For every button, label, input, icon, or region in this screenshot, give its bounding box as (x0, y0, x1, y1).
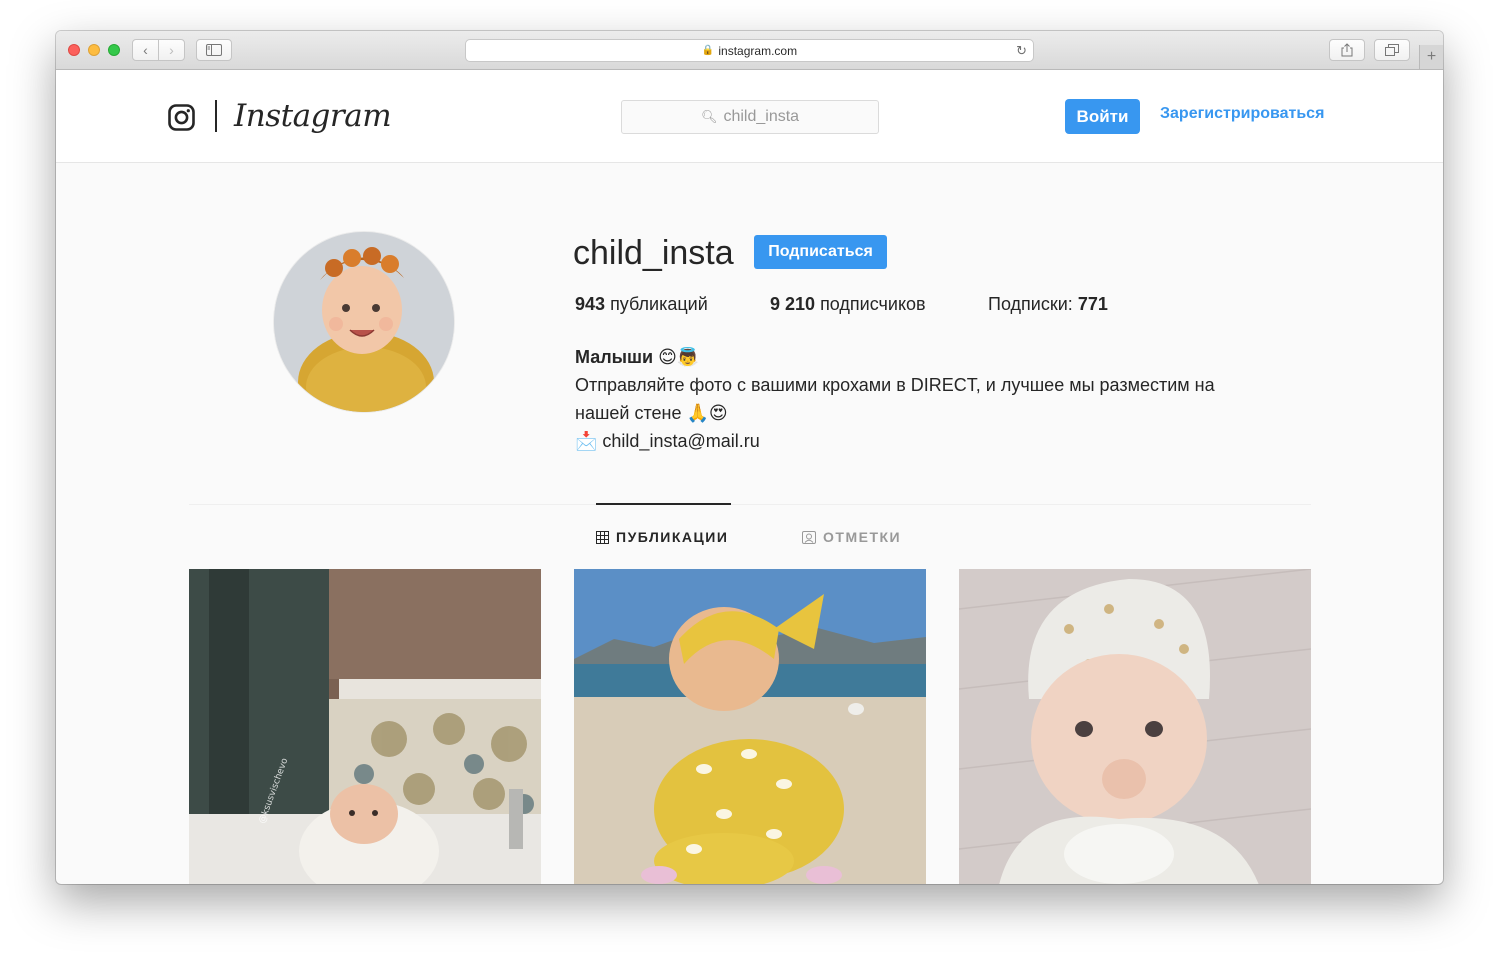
tagged-icon (802, 530, 816, 544)
sidebar-icon (206, 44, 222, 56)
share-icon (1341, 43, 1353, 57)
followers-count: 9 210 (770, 294, 816, 314)
following-count: 771 (1077, 294, 1108, 314)
signup-link[interactable]: Зарегистрироваться (1160, 105, 1324, 123)
share-button[interactable] (1329, 39, 1365, 61)
following-stat[interactable]: Подписки: 771 (988, 294, 1108, 315)
search-input[interactable]: 🔍︎ child_insta (621, 100, 879, 134)
post-image: @ksusvischevo (189, 569, 541, 884)
address-bar[interactable]: 🔒 instagram.com ↻ (465, 39, 1034, 62)
sidebar-toggle-button[interactable] (196, 39, 232, 61)
bio-line-2: нашей стене 🙏😍 (575, 403, 728, 423)
post-thumbnail[interactable] (959, 569, 1311, 884)
follow-button[interactable]: Подписаться (754, 235, 887, 269)
bio-line-1: Отправляйте фото с вашими крохами в DIRE… (575, 375, 1215, 395)
logo-divider (215, 100, 217, 132)
tab-tagged[interactable]: ОТМЕТКИ (802, 529, 901, 545)
avatar-image (274, 232, 454, 412)
following-label: Подписки: (988, 294, 1073, 314)
tab-posts-label: ПУБЛИКАЦИИ (616, 529, 729, 545)
instagram-camera-icon[interactable] (168, 104, 195, 131)
posts-count-stat: 943 публикаций (575, 294, 708, 315)
login-button[interactable]: Войти (1065, 99, 1140, 134)
tab-tagged-label: ОТМЕТКИ (823, 529, 902, 545)
forward-icon[interactable]: › (158, 40, 184, 60)
post-thumbnail[interactable] (574, 569, 926, 884)
post-image (574, 569, 926, 884)
tabs-overview-button[interactable] (1374, 39, 1410, 61)
post-image (959, 569, 1311, 884)
post-thumbnail[interactable]: @ksusvischevo (189, 569, 541, 884)
lock-icon: 🔒 (701, 45, 715, 56)
avatar[interactable] (274, 232, 454, 412)
browser-toolbar: ‹ › 🔒 instagram.com ↻ + (56, 31, 1443, 70)
profile-username: child_insta (573, 234, 734, 272)
followers-label: подписчиков (820, 294, 926, 314)
tabs-divider (189, 504, 1311, 505)
minimize-window-button[interactable] (88, 44, 100, 56)
tab-posts[interactable]: ПУБЛИКАЦИИ (596, 529, 728, 545)
reload-icon[interactable]: ↻ (1016, 43, 1027, 59)
search-value: child_insta (723, 108, 800, 125)
bio-email: 📩 child_insta@mail.ru (575, 431, 760, 451)
url-text: instagram.com (718, 43, 798, 58)
bio-name: Малыши 😊👼 (575, 347, 700, 367)
posts-label: публикаций (610, 294, 708, 314)
profile-bio: Малыши 😊👼 Отправляйте фото с вашими крох… (575, 343, 1295, 455)
tabs-icon (1385, 44, 1399, 56)
history-nav: ‹ › (132, 39, 185, 61)
search-icon: 🔍︎ (700, 109, 718, 124)
active-tab-indicator (596, 503, 731, 505)
instagram-header: Instagram 🔍︎ child_insta Войти Зарегистр… (56, 70, 1443, 163)
zoom-window-button[interactable] (108, 44, 120, 56)
back-icon[interactable]: ‹ (133, 40, 158, 60)
browser-window: ‹ › 🔒 instagram.com ↻ + Instagram 🔍︎ chi… (56, 31, 1443, 884)
grid-icon (596, 530, 609, 544)
close-window-button[interactable] (68, 44, 80, 56)
followers-stat[interactable]: 9 210 подписчиков (770, 294, 926, 315)
instagram-wordmark[interactable]: Instagram (234, 98, 392, 134)
new-tab-button[interactable]: + (1419, 45, 1443, 69)
posts-count: 943 (575, 294, 606, 314)
